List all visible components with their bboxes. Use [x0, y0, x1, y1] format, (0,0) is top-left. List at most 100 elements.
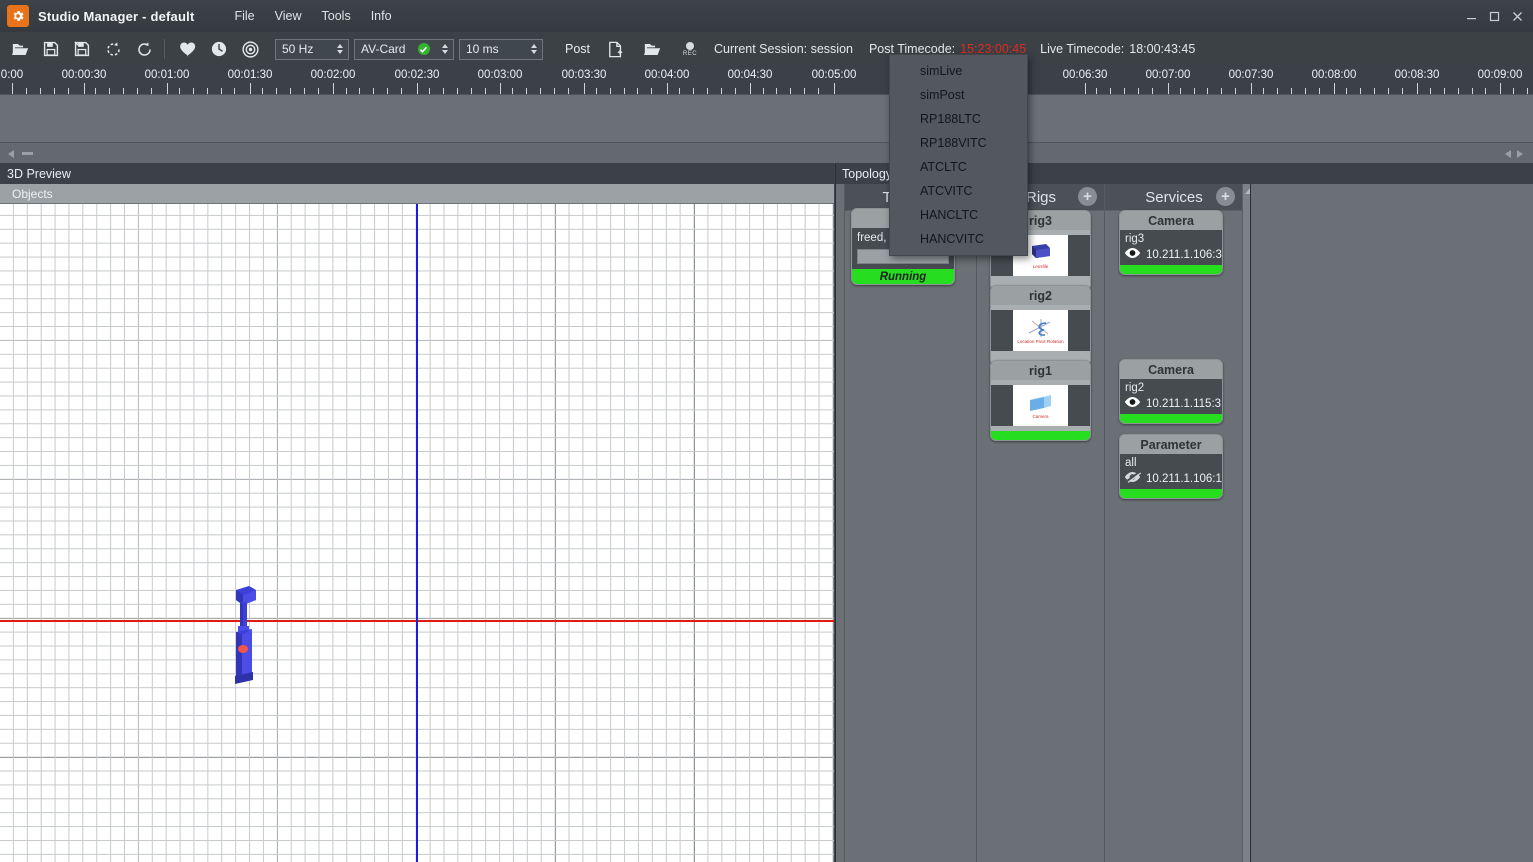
service-camera-rig3-title: Camera: [1120, 211, 1222, 230]
target-icon[interactable]: [236, 35, 264, 63]
rig2-thumb-caption: Location Pivot Rotation: [1017, 338, 1064, 344]
timeline-tick-major: [1500, 83, 1501, 94]
rig1-body: Camera: [991, 385, 1090, 426]
rig-node-rig1[interactable]: rig1 Camera: [990, 360, 1091, 441]
clock-icon[interactable]: [205, 35, 233, 63]
timeline-scrollbar[interactable]: [0, 142, 1533, 165]
status-ok-icon: [417, 43, 430, 55]
chevron-updown-icon[interactable]: [333, 41, 346, 58]
menu-info[interactable]: Info: [361, 5, 402, 27]
timecode-source-dropdown[interactable]: simLive simPost RP188LTC RP188VITC ATCLTC ATC…: [889, 54, 1028, 256]
dropdown-item-rp188ltc[interactable]: RP188LTC: [890, 107, 1027, 131]
service-parameter-address-row: 10.211.1.106:1: [1120, 469, 1222, 489]
latency-value: 10 ms: [466, 42, 499, 56]
service-parameter-address: 10.211.1.106:1: [1146, 472, 1222, 485]
timeline-label: 0:00: [0, 69, 24, 81]
device-value: AV-Card: [361, 42, 406, 56]
save-icon[interactable]: [37, 35, 65, 63]
service-parameter-title: Parameter: [1120, 435, 1222, 454]
reload-icon[interactable]: [130, 35, 158, 63]
timeline-label: 00:04:30: [727, 69, 773, 81]
device-select[interactable]: AV-Card: [354, 38, 454, 60]
timeline-tick-major: [584, 83, 585, 94]
menu-bar: File View Tools Info: [224, 5, 401, 27]
close-button[interactable]: [1507, 5, 1527, 27]
column-header-services: Services +: [1105, 184, 1243, 211]
minimize-button[interactable]: [1461, 5, 1481, 27]
timeline-label: 00:02:30: [394, 69, 440, 81]
timeline-tick-major: [1168, 83, 1169, 94]
dropdown-item-rp188vitc[interactable]: RP188VITC: [890, 131, 1027, 155]
rig-node-rig2[interactable]: rig2 Location Pivot Rotation: [990, 285, 1091, 366]
post-label: Post: [565, 42, 591, 56]
main-toolbar: 50 Hz AV-Card 10 ms Post REC Current Ses…: [0, 32, 1533, 67]
service-camera-rig2-title: Camera: [1120, 360, 1222, 379]
timeline-label: 00:05:00: [811, 69, 857, 81]
folder-open-icon[interactable]: [6, 35, 34, 63]
timeline-tick-major: [84, 83, 85, 94]
eye-icon[interactable]: [1124, 396, 1141, 411]
current-session-label: Current Session: session: [714, 42, 853, 56]
scroll-right-arrow-icon[interactable]: [1517, 149, 1523, 158]
timeline-tick-major: [417, 83, 418, 94]
timeline-scroll-thumb[interactable]: [22, 152, 33, 155]
timeline-tick-major: [750, 83, 751, 94]
chevron-updown-icon[interactable]: [438, 41, 451, 58]
eye-icon[interactable]: [1124, 247, 1141, 262]
3d-viewport[interactable]: [0, 204, 834, 862]
menu-file[interactable]: File: [224, 5, 264, 27]
tracking-status-badge: Running: [852, 269, 954, 284]
maximize-button[interactable]: [1484, 5, 1504, 27]
latency-select[interactable]: 10 ms: [459, 38, 543, 60]
timeline-tick-major: [333, 83, 334, 94]
tracked-camera-object[interactable]: [222, 584, 262, 694]
timeline-tick-major: [834, 83, 835, 94]
menu-tools[interactable]: Tools: [312, 5, 361, 27]
service-camera-rig3-name: rig3: [1125, 233, 1145, 245]
record-caption: REC: [682, 50, 698, 57]
service-parameter-name: all: [1125, 457, 1137, 469]
scroll-left-arrow-icon[interactable]: [8, 149, 14, 158]
chevron-updown-icon[interactable]: [527, 41, 540, 58]
menu-view[interactable]: View: [265, 5, 312, 27]
service-node-camera-rig3[interactable]: Camera rig3 10.211.1.106:3: [1119, 210, 1223, 275]
timeline-track-area[interactable]: [0, 94, 1533, 143]
timeline-tick-major: [1085, 83, 1086, 94]
rig2-body: Location Pivot Rotation: [991, 310, 1090, 351]
live-timecode-label: Live Timecode:: [1040, 42, 1125, 56]
service-node-camera-rig2[interactable]: Camera rig2 10.211.1.115:3: [1119, 359, 1223, 424]
service-parameter-body: all 10.211.1.106:1: [1120, 454, 1222, 489]
frequency-select[interactable]: 50 Hz: [275, 38, 349, 60]
service-camera-rig2-address-row: 10.211.1.115:3: [1120, 394, 1222, 414]
dropdown-item-hancvitc[interactable]: HANCVITC: [890, 227, 1027, 251]
folder-icon[interactable]: [638, 35, 666, 63]
eye-off-icon[interactable]: [1124, 471, 1142, 486]
scroll-left-arrow-icon-right[interactable]: [1505, 149, 1511, 158]
dropdown-item-simlive[interactable]: simLive: [890, 59, 1027, 83]
timeline-tick-major: [167, 83, 168, 94]
rig3-thumb-caption: Lensfile: [1032, 263, 1049, 269]
dropdown-item-hancltc[interactable]: HANCLTC: [890, 203, 1027, 227]
timeline-label: 00:02:00: [310, 69, 356, 81]
record-icon[interactable]: REC: [676, 35, 704, 63]
timeline-label: 00:08:00: [1311, 69, 1357, 81]
save-as-icon[interactable]: [68, 35, 96, 63]
timeline-tick-major: [250, 83, 251, 94]
objects-bar[interactable]: Objects: [0, 184, 834, 204]
heart-icon[interactable]: [174, 35, 202, 63]
dropdown-item-simpost[interactable]: simPost: [890, 83, 1027, 107]
plus-icon-services[interactable]: +: [1216, 187, 1235, 206]
right-empty-panel: [1250, 184, 1533, 862]
title-bar: Studio Manager - default File View Tools…: [0, 0, 1533, 33]
new-document-icon[interactable]: [602, 35, 630, 63]
plus-icon-rigs[interactable]: +: [1078, 187, 1097, 206]
dropdown-item-atcltc[interactable]: ATCLTC: [890, 155, 1027, 179]
service-node-parameter[interactable]: Parameter all 10.211.1.106:1: [1119, 434, 1223, 499]
timeline-label: 00:01:30: [227, 69, 273, 81]
rig2-title: rig2: [991, 286, 1090, 305]
dropdown-item-atcvitc[interactable]: ATCVITC: [890, 179, 1027, 203]
refresh-dashed-icon[interactable]: [99, 35, 127, 63]
timeline-label: 00:03:30: [561, 69, 607, 81]
timeline-ruler[interactable]: 0:00 00:00:30 00:01:00 00:01:30 00:02:00 00:0…: [0, 66, 1533, 94]
rig1-footer: [991, 431, 1090, 440]
